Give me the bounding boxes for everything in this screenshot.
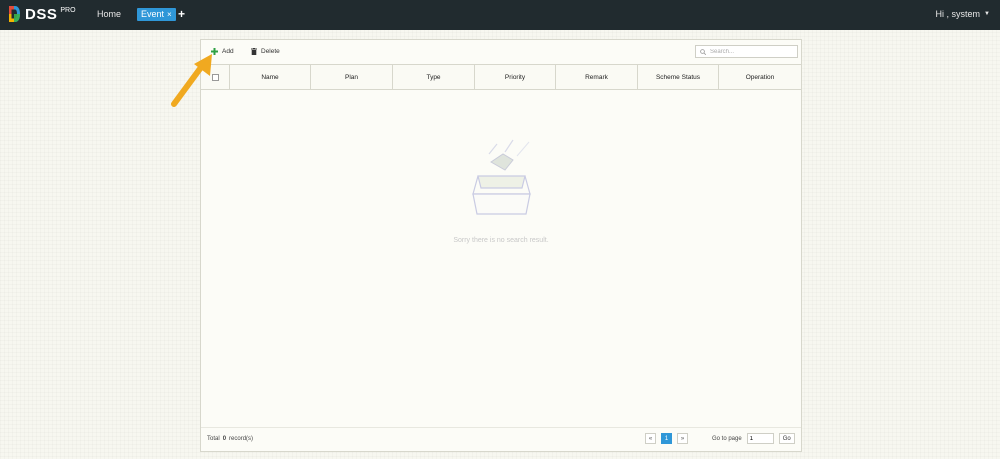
column-header-type[interactable]: Type — [393, 65, 475, 89]
close-icon[interactable]: × — [167, 8, 172, 21]
total-records: Total 0 record(s) — [207, 436, 253, 442]
goto-page: Go to page Go — [712, 433, 795, 444]
add-button-label: Add — [222, 48, 234, 55]
nav-home[interactable]: Home — [97, 9, 121, 19]
user-greeting: Hi , system — [935, 9, 981, 19]
add-tab-button[interactable]: + — [178, 7, 185, 21]
tab-event-label: Event — [141, 9, 165, 19]
user-menu[interactable]: Hi , system ▼ — [936, 9, 990, 19]
search-box[interactable] — [695, 45, 798, 58]
column-header-plan[interactable]: Plan — [311, 65, 393, 89]
search-icon — [700, 48, 706, 55]
chevron-down-icon: ▼ — [984, 11, 990, 17]
total-count: 0 — [222, 436, 227, 442]
logo-superscript: PRO — [60, 7, 76, 14]
table-header: Name Plan Type Priority Remark Scheme St… — [201, 64, 801, 90]
delete-button[interactable]: Delete — [251, 48, 280, 55]
pagination-footer: Total0record(s) « 1 » Go to page Go — [201, 427, 801, 451]
go-button[interactable]: Go — [778, 433, 795, 444]
column-header-operation[interactable]: Operation — [719, 65, 801, 89]
top-bar: DSS PRO Home Event × + Hi , system ▼ — [0, 0, 1000, 30]
goto-page-input[interactable] — [746, 433, 774, 444]
event-panel: Add Delete Name Plan Type Priority Remar… — [200, 39, 802, 452]
empty-message: Sorry there is no search result. — [453, 237, 549, 244]
goto-label: Go to page — [712, 435, 742, 442]
delete-button-label: Delete — [261, 48, 280, 55]
toolbar: Add Delete — [201, 40, 801, 64]
column-header-name[interactable]: Name — [230, 65, 311, 89]
column-header-priority[interactable]: Priority — [475, 65, 556, 89]
search-input[interactable] — [710, 48, 790, 55]
tab-event[interactable]: Event × — [137, 8, 176, 21]
logo-text: DSS — [25, 6, 58, 23]
empty-box-illustration — [472, 139, 531, 215]
column-header-scheme-status[interactable]: Scheme Status — [638, 65, 719, 89]
dss-logo-icon — [9, 6, 20, 22]
page-button[interactable]: 1 — [661, 433, 672, 444]
dss-logo[interactable]: DSS PRO — [8, 5, 76, 25]
column-header-remark[interactable]: Remark — [556, 65, 638, 89]
prev-page-button[interactable]: « — [645, 433, 656, 444]
pager: « 1 » — [645, 433, 688, 444]
total-suffix: record(s) — [229, 436, 254, 442]
total-prefix: Total — [207, 436, 220, 442]
trash-icon — [251, 48, 257, 55]
next-page-button[interactable]: » — [677, 433, 688, 444]
callout-arrow — [171, 54, 212, 107]
